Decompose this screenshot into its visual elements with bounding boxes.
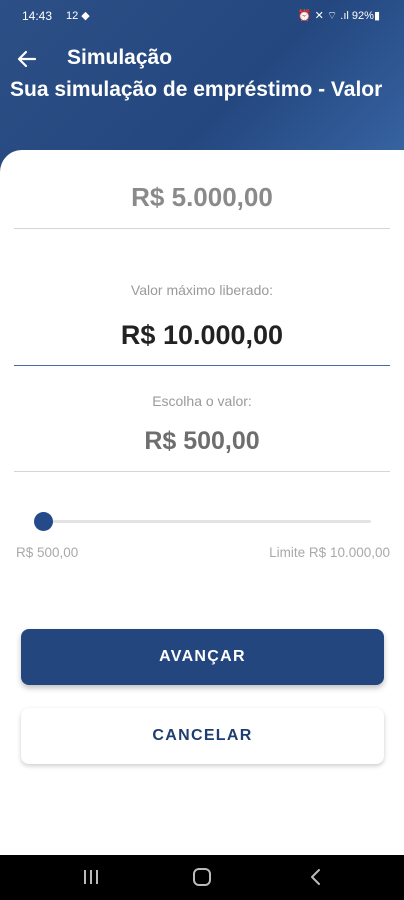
slider-min-label: R$ 500,00 [16,545,79,560]
max-amount-label: Valor máximo liberado: [130,282,274,298]
chosen-amount-value: R$ 500,00 [144,427,260,455]
advance-button[interactable]: AVANÇAR [21,629,384,685]
divider [14,228,390,229]
appbar-title: Simulação [67,46,173,69]
recent-apps-icon[interactable] [76,865,106,889]
amount-slider-thumb[interactable] [34,512,53,531]
max-amount-value: R$ 10.000,00 [120,320,284,350]
requested-amount: R$ 5.000,00 [131,182,273,212]
divider [14,471,390,472]
android-nav-bar [0,855,404,900]
status-system-icons: ⏰ ✕ ⌔ .ıl 92%▮ [297,10,380,22]
status-notification-icons: 12 ◆ [66,10,90,22]
max-amount-underline [14,365,390,366]
back-arrow-icon[interactable] [12,44,42,74]
slider-max-label: Limite R$ 10.000,00 [269,545,390,560]
amount-slider-track[interactable] [40,520,371,523]
choose-amount-label: Escolha o valor: [152,393,252,409]
cancel-button[interactable]: CANCELAR [21,708,384,764]
home-icon[interactable] [187,865,217,889]
back-nav-icon[interactable] [301,865,331,889]
status-bar: 14:43 12 ◆ ⏰ ✕ ⌔ .ıl 92%▮ [0,0,404,30]
status-time: 14:43 [22,9,53,23]
page-title: Sua simulação de empréstimo - Valor [10,78,383,101]
